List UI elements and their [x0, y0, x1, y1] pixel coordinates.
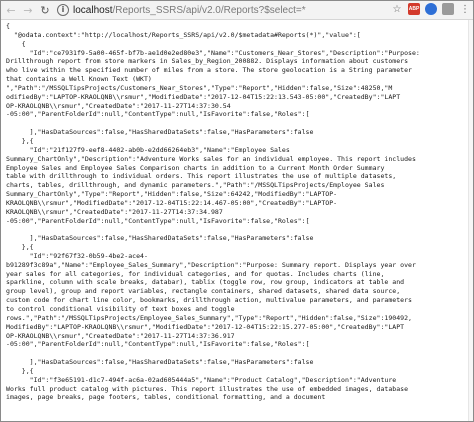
browser-window: ← → ↻ i localhost/Reports_SSRS/api/v2.0/… [0, 0, 474, 422]
json-text-line: { [6, 39, 26, 48]
json-text-line: Summary_ChartOnly","Type":"Report","Hidd… [6, 190, 338, 199]
json-text-line: OP-KRAOLQNB\\rsmur","CreatedDate":"2017-… [6, 331, 235, 340]
kebab-menu-icon[interactable]: ⋮ [459, 3, 471, 15]
json-text-line: "Id":"ce7931f9-5a00-465f-bf7b-ae1d0e2ed8… [6, 48, 420, 57]
reload-icon[interactable]: ↻ [38, 3, 52, 17]
json-text-line: KRAOLQNB\\rsmur","ModifiedDate":"2017-12… [6, 198, 338, 207]
json-text-line [6, 349, 469, 358]
scrollbar-track[interactable] [468, 20, 473, 421]
json-text-line: ],"HasDataSources":false,"HasSharedDataS… [6, 234, 314, 243]
json-text-line: "@odata.context":"http://localhost/Repor… [6, 30, 361, 39]
json-text-line: -05:00","ParentFolderId":null,"ContentTy… [6, 340, 310, 349]
json-text-line: Summary_ChartOnly","Description":"Advent… [6, 154, 416, 163]
json-text-line: ],"HasDataSources":false,"HasSharedDataS… [6, 128, 314, 137]
json-text-line: "Id":"92f67f32-0b59-4be2-ace4- [6, 251, 148, 260]
json-text-line: },{ [6, 366, 34, 375]
json-text-line: "Id":"21f127f9-eef8-4402-ab0b-e2dd66264e… [6, 145, 290, 154]
json-text-line: who live within the specified number of … [6, 66, 412, 75]
json-text-line: year sales for all categories, for indiv… [6, 269, 385, 278]
json-response-body: { "@odata.context":"http://localhost/Rep… [1, 20, 469, 421]
browser-toolbar: ← → ↻ i localhost/Reports_SSRS/api/v2.0/… [1, 1, 473, 20]
json-text-line: custom code for chart line color, bookma… [6, 296, 412, 305]
json-text-line: images, page breaks, page footers, table… [6, 393, 326, 402]
extension-grey-icon[interactable] [442, 3, 454, 15]
json-text-line: -05:00","ParentFolderId":null,"ContentTy… [6, 110, 310, 119]
json-text-line: Employee Sales and Employee Sales Compar… [6, 163, 385, 172]
extension-blue-icon[interactable] [425, 3, 437, 15]
json-text-line: "Id":"f3e65191-d1c7-494f-ac6a-02ad605444… [6, 375, 397, 384]
site-info-icon[interactable]: i [57, 4, 69, 16]
json-text-line: charts, tables, drillthrough, and dynami… [6, 181, 385, 190]
url-path: /Reports_SSRS/api/v2.0/Reports?$select=* [112, 4, 306, 16]
json-text-line: -05:00","ParentFolderId":null,"ContentTy… [6, 216, 310, 225]
json-text-line: KRAOLQNB\\rsmur","CreatedDate":"2017-11-… [6, 207, 223, 216]
adblock-extension-icon[interactable]: ABP [408, 3, 420, 15]
json-text-line: { [6, 22, 10, 30]
json-text-line: Drillthrough report from store markers i… [6, 57, 409, 66]
bookmark-star-icon[interactable]: ☆ [391, 3, 403, 15]
json-text-line: ModifiedBy":"LAPTOP-KRAOLQNB\\rsmur","Mo… [6, 322, 405, 331]
json-text-line: sparkline, column with scale breaks, dat… [6, 278, 405, 287]
json-text-line: Works full product catalog with pictures… [6, 384, 409, 393]
json-text-line: OP-KRAOLQNB\\rsmur","CreatedDate":"2017-… [6, 101, 231, 110]
toolbar-extensions: ☆ ABP ⋮ [391, 3, 471, 15]
json-text-line: table with drillthrough to individual or… [6, 172, 397, 181]
json-text-line: ],"HasDataSources":false,"HasSharedDataS… [6, 358, 314, 367]
back-arrow-icon[interactable]: ← [4, 3, 18, 17]
json-text-line: that contains a Well Known Text (WKT) [6, 75, 152, 84]
json-text-line: odifiedBy":"LAPTOP-KRAOLQNB\\rsmur","Mod… [6, 92, 401, 101]
json-text-line: ","Path":"/MSSQLTipsProjects/Customers_N… [6, 83, 393, 92]
json-text-line: },{ [6, 136, 34, 145]
json-text-line [6, 119, 469, 128]
json-text-line: group level), group and report variables… [6, 287, 401, 296]
json-text-line: b91289f3c89a","Name":"Employee_Sales_Sum… [6, 260, 416, 269]
forward-arrow-icon[interactable]: → [21, 3, 35, 17]
address-bar[interactable]: i localhost/Reports_SSRS/api/v2.0/Report… [57, 3, 377, 17]
json-text-line [6, 225, 469, 234]
json-text-line: to control conditional visibility of tex… [6, 305, 235, 313]
json-text-line: rows.","Path":"/MSSQLTipsProjects/Employ… [6, 313, 412, 322]
url-host: localhost [73, 4, 113, 16]
json-text-line: },{ [6, 243, 34, 252]
